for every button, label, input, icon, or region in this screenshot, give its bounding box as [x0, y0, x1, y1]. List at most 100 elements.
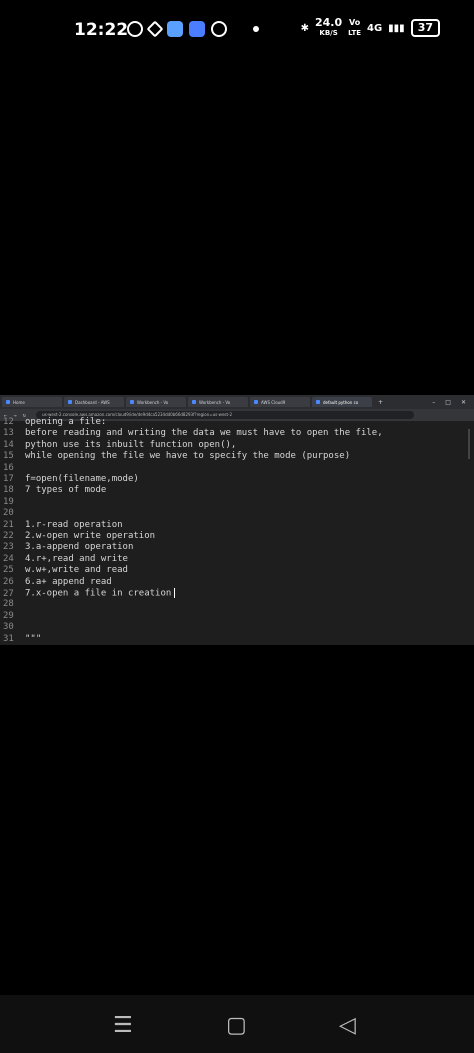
maximize-icon[interactable]: □	[445, 399, 451, 406]
lte-label: LTE	[348, 29, 361, 37]
telegram-icon	[146, 20, 164, 38]
tab-label: AWS Cloud9	[261, 399, 286, 405]
code-line[interactable]: 16	[0, 463, 25, 474]
line-text: 7.x-open a file in creation	[25, 588, 172, 599]
line-number: 19	[3, 496, 14, 507]
code-line[interactable]: 26 6.a+ append read	[0, 577, 112, 588]
line-number: 24	[3, 553, 14, 564]
code-line[interactable]: 29	[0, 611, 25, 622]
code-line[interactable]: 15 while opening the file we have to spec…	[0, 451, 350, 462]
code-line[interactable]: 18 7 types of mode	[0, 485, 106, 496]
text-cursor	[174, 588, 176, 598]
code-line[interactable]: 14 python use its inbuilt function open()…	[0, 440, 236, 451]
window-controls: – □ ✕	[432, 399, 474, 406]
line-number: 26	[3, 576, 14, 587]
code-line[interactable]: 20	[0, 508, 25, 519]
line-number: 15	[3, 451, 14, 462]
tab-workbench-2[interactable]: Workbench - Vo	[188, 397, 248, 407]
favicon-icon	[68, 400, 72, 404]
tab-strip: Home Dashboard - AWS Workbench - Vo Work…	[0, 395, 474, 409]
line-text: python use its inbuilt function open(),	[25, 439, 237, 450]
new-tab-icon[interactable]: +	[378, 399, 383, 406]
tab-dashboard[interactable]: Dashboard - AWS	[64, 397, 124, 407]
signal-icon: ▮▮▮	[388, 22, 405, 34]
tab-workbench-1[interactable]: Workbench - Vo	[126, 397, 186, 407]
line-text: 6.a+ append read	[25, 576, 112, 587]
favicon-icon	[6, 400, 10, 404]
line-number: 16	[3, 462, 14, 473]
browser-screenshot: Home Dashboard - AWS Workbench - Vo Work…	[0, 395, 474, 645]
line-text: opening a file:	[25, 417, 107, 427]
network-label: 4G	[367, 22, 383, 34]
line-number: 27	[3, 588, 14, 599]
notification-icons	[127, 20, 259, 38]
more-notifications-icon	[253, 26, 259, 32]
line-number: 14	[3, 439, 14, 450]
code-line[interactable]: 12 opening a file:	[0, 417, 106, 428]
code-line[interactable]: 23 3.a-append operation	[0, 542, 133, 553]
line-number: 20	[3, 508, 14, 519]
line-number: 30	[3, 622, 14, 633]
line-number: 21	[3, 519, 14, 530]
line-number: 23	[3, 542, 14, 553]
line-number: 28	[3, 599, 14, 610]
minimize-icon[interactable]: –	[432, 399, 435, 406]
line-text: 3.a-append operation	[25, 542, 134, 553]
line-text: 4.r+,read and write	[25, 553, 128, 564]
line-number: 22	[3, 531, 14, 541]
line-number: 18	[3, 485, 14, 496]
whatsapp-icon	[127, 21, 143, 37]
status-bar: 12:22 ✱ 24.0 KB/S Vo LTE 4G ▮▮▮ 37	[0, 0, 474, 60]
line-number: 17	[3, 474, 14, 484]
back-nav-icon[interactable]: ◁	[339, 1013, 356, 1038]
tab-label: Workbench - Vo	[199, 399, 231, 405]
status-time: 12:22	[74, 20, 129, 40]
viber-icon	[211, 21, 227, 37]
line-text: f=open(filename,mode)	[25, 474, 139, 484]
app-icon-2	[189, 21, 205, 37]
line-text: before reading and writing the data we m…	[25, 428, 383, 439]
line-number: 13	[3, 428, 14, 439]
tab-cloud9[interactable]: AWS Cloud9	[250, 397, 310, 407]
code-line[interactable]: 13 before reading and writing the data we…	[0, 428, 383, 439]
line-text: """	[25, 633, 42, 644]
favicon-icon	[192, 400, 196, 404]
home-icon[interactable]: ▢	[226, 1013, 247, 1038]
app-icon	[167, 21, 183, 37]
code-line[interactable]: 28	[0, 599, 25, 610]
tab-label: Home	[13, 399, 25, 405]
line-number: 29	[3, 610, 14, 621]
speed-indicator: 24.0 KB/S	[315, 17, 342, 38]
code-line[interactable]: 19	[0, 497, 25, 508]
tab-default-python[interactable]: default python co	[312, 397, 372, 407]
volte-indicator: Vo LTE	[348, 18, 361, 38]
favicon-icon	[254, 400, 258, 404]
code-line[interactable]: 30	[0, 622, 25, 633]
close-icon[interactable]: ✕	[461, 399, 466, 406]
code-editor[interactable]: 12 opening a file: 13 before reading and wr…	[0, 417, 474, 645]
tab-label: Workbench - Vo	[137, 399, 169, 405]
speed-unit: KB/S	[319, 29, 338, 37]
line-number: 31	[3, 633, 14, 644]
code-line[interactable]: 17 f=open(filename,mode)	[0, 474, 139, 485]
menu-icon[interactable]: ☰	[113, 1013, 133, 1038]
line-text: 1.r-read operation	[25, 519, 123, 530]
bluetooth-icon: ✱	[300, 22, 309, 34]
line-text: w.w+,write and read	[25, 565, 128, 576]
volte-label: Vo	[348, 18, 361, 27]
tab-label: Dashboard - AWS	[75, 399, 110, 405]
system-icons: ✱ 24.0 KB/S Vo LTE 4G ▮▮▮ 37	[300, 17, 440, 38]
code-line[interactable]: 22 2.w-open write operation	[0, 531, 155, 542]
code-line[interactable]: 31 """	[0, 634, 41, 645]
editor-scrollbar[interactable]	[468, 429, 470, 459]
code-line[interactable]: 21 1.r-read operation	[0, 520, 123, 531]
line-text: while opening the file we have to specif…	[25, 451, 351, 462]
tab-label: default python co	[323, 399, 359, 405]
code-line[interactable]: 24 4.r+,read and write	[0, 554, 128, 565]
battery-icon: 37	[410, 19, 440, 37]
line-number: 25	[3, 565, 14, 576]
code-line[interactable]: 25 w.w+,write and read	[0, 565, 128, 576]
favicon-icon	[316, 400, 320, 404]
code-line[interactable]: 27 7.x-open a file in creation	[0, 588, 176, 599]
tab-home[interactable]: Home	[2, 397, 62, 407]
